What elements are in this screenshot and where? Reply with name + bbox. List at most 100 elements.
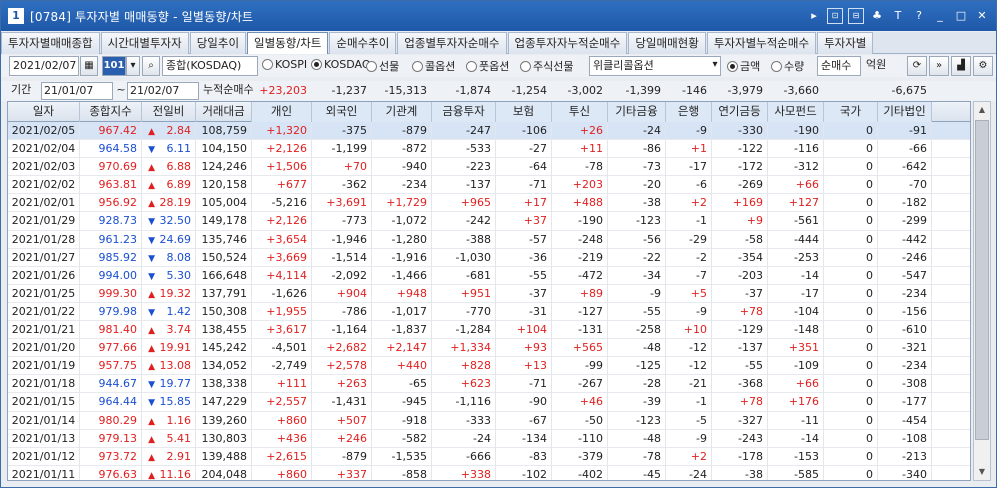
gear-icon[interactable]: ⚙ bbox=[973, 56, 993, 76]
tab-item[interactable]: 업종투자자누적순매수 bbox=[507, 32, 628, 54]
table-row[interactable]: 2021/01/14 980.29 ▲ 1.16 139,260 +860 +507 -91… bbox=[8, 411, 970, 430]
table-row[interactable]: 2021/01/18 944.67 ▼ 19.77 138,338 +111 +263 -6… bbox=[8, 375, 970, 394]
table-cell: +1,334 bbox=[432, 339, 496, 358]
radio-option[interactable]: 금액 bbox=[727, 58, 760, 74]
table-cell: -172 bbox=[712, 158, 768, 177]
window-button[interactable]: ? bbox=[911, 8, 927, 24]
table-cell: +11 bbox=[552, 140, 608, 159]
table-row[interactable]: 2021/01/11 976.63 ▲ 11.16 204,048 +860 +337 -8… bbox=[8, 465, 970, 480]
table-cell: -1,626 bbox=[252, 284, 312, 303]
column-header[interactable]: 보험 bbox=[496, 102, 552, 122]
radio-dot-icon bbox=[771, 60, 782, 72]
window-button[interactable]: ▸ bbox=[806, 8, 822, 24]
radio-option[interactable]: 풋옵션 bbox=[466, 58, 509, 74]
next-icon[interactable]: » bbox=[929, 56, 949, 76]
mode-select[interactable]: 순매수 bbox=[817, 56, 861, 76]
column-header[interactable]: 전일비 bbox=[142, 102, 196, 122]
window-button[interactable]: ⊟ bbox=[848, 8, 864, 24]
table-cell: -99 bbox=[552, 357, 608, 376]
table-row[interactable]: 2021/01/27 985.92 ▼ 8.08 150,524 +3,669 -1,51… bbox=[8, 248, 970, 267]
table-row[interactable]: 2021/01/25 999.30 ▲ 19.32 137,791 -1,626 +904… bbox=[8, 284, 970, 303]
date-input[interactable]: 2021/02/07 bbox=[9, 56, 79, 76]
column-header[interactable]: 사모펀드 bbox=[768, 102, 824, 122]
radio-option[interactable]: KOSDAQ bbox=[311, 58, 371, 71]
period-from-input[interactable]: 21/01/07 bbox=[41, 82, 113, 100]
period-label: 기간 bbox=[11, 83, 32, 96]
radio-option[interactable]: 콜옵션 bbox=[412, 58, 455, 74]
scroll-thumb[interactable] bbox=[975, 120, 989, 440]
column-header[interactable]: 국가 bbox=[824, 102, 878, 122]
window-button[interactable]: □ bbox=[953, 8, 969, 24]
column-header[interactable]: 기타금융 bbox=[608, 102, 666, 122]
table-cell: -940 bbox=[372, 158, 432, 177]
window-button[interactable]: T bbox=[890, 8, 906, 24]
code-button[interactable]: 101 bbox=[102, 56, 126, 76]
radio-option[interactable]: 수량 bbox=[771, 58, 804, 74]
table-row[interactable]: 2021/02/03 970.69 ▲ 6.88 124,246 +1,506 +70 -9… bbox=[8, 158, 970, 177]
window-button[interactable]: ⊡ bbox=[827, 8, 843, 24]
table-row[interactable]: 2021/02/02 963.81 ▲ 6.89 120,158 +677 -362 -23… bbox=[8, 176, 970, 195]
column-header[interactable]: 외국인 bbox=[312, 102, 372, 122]
weekly-option-select[interactable]: 위클리콜옵션 bbox=[589, 56, 721, 76]
column-header[interactable]: 연기금등 bbox=[712, 102, 768, 122]
table-row[interactable]: 2021/01/12 973.72 ▲ 2.91 139,488 +2,615 -879-… bbox=[8, 447, 970, 466]
column-header[interactable]: 거래대금 bbox=[196, 102, 252, 122]
table-row[interactable]: 2021/01/20 977.66 ▲ 19.91 145,242 -4,501 +2,6… bbox=[8, 339, 970, 358]
table-row[interactable]: 2021/01/19 957.75 ▲ 13.08 134,052 -2,749 +2,5… bbox=[8, 357, 970, 376]
table-cell: 956.92 bbox=[80, 194, 142, 213]
cumulative-sum: -1,237 bbox=[331, 84, 367, 97]
table-row[interactable]: 2021/02/05 967.42 ▲ 2.84 108,759 +1,320 -375-… bbox=[8, 122, 970, 141]
period-to-input[interactable]: 21/02/07 bbox=[127, 82, 199, 100]
table-cell: ▲ 2.91 bbox=[142, 447, 196, 466]
table-cell: ▲ 19.32 bbox=[142, 284, 196, 303]
column-header[interactable]: 기관계 bbox=[372, 102, 432, 122]
scroll-down-icon[interactable]: ▼ bbox=[974, 464, 990, 480]
search-icon[interactable]: ⌕ bbox=[142, 56, 160, 76]
window-button[interactable]: ♣ bbox=[869, 8, 885, 24]
column-header[interactable]: 개인 bbox=[252, 102, 312, 122]
vertical-scrollbar[interactable]: ▲ ▼ bbox=[973, 101, 991, 481]
table-header: 일자 종합지수 전일비 거래대금 개인 외국인 기관계 금융투자 보험 투신 기타금융 은행 연기금등 사… bbox=[8, 102, 970, 122]
tab-item[interactable]: 순매수추이 bbox=[329, 32, 397, 54]
column-header[interactable]: 투신 bbox=[552, 102, 608, 122]
tab-item[interactable]: 투자자별매매종합 bbox=[1, 32, 100, 54]
scroll-up-icon[interactable]: ▲ bbox=[974, 102, 990, 118]
column-header[interactable]: 종합지수 bbox=[80, 102, 142, 122]
calendar-icon[interactable]: ▦ bbox=[80, 56, 98, 76]
radio-option[interactable]: 선물 bbox=[366, 58, 399, 74]
table-cell: 0 bbox=[824, 122, 878, 140]
table-row[interactable]: 2021/01/22 979.98 ▼ 1.42 150,308 +1,955 -786-… bbox=[8, 302, 970, 322]
table-row[interactable]: 2021/01/29 928.73 ▼ 32.50 149,178 +2,126 -773… bbox=[8, 212, 970, 231]
table-cell: -123 bbox=[608, 212, 666, 231]
column-header[interactable]: 금융투자 bbox=[432, 102, 496, 122]
table-row[interactable]: 2021/01/13 979.13 ▲ 5.41 130,803 +436 +246 -58… bbox=[8, 429, 970, 448]
tab-item[interactable]: 당일추이 bbox=[189, 32, 247, 54]
tab-item[interactable]: 업종별투자자순매수 bbox=[397, 32, 507, 54]
table-cell: +3,669 bbox=[252, 248, 312, 267]
tab-item[interactable]: 투자자별 bbox=[817, 32, 874, 54]
table-row[interactable]: 2021/02/04 964.58 ▼ 6.11 104,150 +2,126 -1,19… bbox=[8, 140, 970, 159]
table-row[interactable]: 2021/01/28 961.23 ▼ 24.69 135,746 +3,654 -1,9… bbox=[8, 230, 970, 249]
chart-icon[interactable]: ▟ bbox=[951, 56, 971, 76]
table-row[interactable]: 2021/02/01 956.92 ▲ 28.19 105,004 -5,216 +3,6… bbox=[8, 194, 970, 213]
window-button[interactable]: ✕ bbox=[974, 8, 990, 24]
tab-item[interactable]: 투자자별누적순매수 bbox=[706, 32, 817, 54]
table-cell: 970.69 bbox=[80, 158, 142, 177]
window-button[interactable]: _ bbox=[932, 8, 948, 24]
radio-option[interactable]: 주식선물 bbox=[520, 58, 573, 74]
column-header[interactable]: 일자 bbox=[8, 102, 80, 122]
table-row[interactable]: 2021/01/21 981.40 ▲ 3.74 138,455 +3,617 -1,16… bbox=[8, 321, 970, 340]
table-row[interactable]: 2021/01/26 994.00 ▼ 5.30 166,648 +4,114 -2,09… bbox=[8, 266, 970, 285]
tab-item[interactable]: 일별동향/차트 bbox=[247, 32, 329, 54]
market-field[interactable]: 종합(KOSDAQ) bbox=[162, 56, 258, 76]
refresh-icon[interactable]: ⟳ bbox=[907, 56, 927, 76]
tab-item[interactable]: 시간대별투자자 bbox=[100, 32, 189, 54]
table-cell: +440 bbox=[372, 357, 432, 376]
column-header[interactable]: 기타법인 bbox=[878, 102, 932, 122]
table-cell: -178 bbox=[712, 447, 768, 466]
column-header[interactable]: 은행 bbox=[666, 102, 712, 122]
table-row[interactable]: 2021/01/15 964.44 ▼ 15.85 147,229 +2,557 -1,4… bbox=[8, 393, 970, 412]
chevron-down-icon[interactable]: ▾ bbox=[126, 56, 140, 76]
radio-option[interactable]: KOSPI bbox=[262, 58, 307, 71]
tab-item[interactable]: 당일매매현황 bbox=[628, 32, 706, 54]
